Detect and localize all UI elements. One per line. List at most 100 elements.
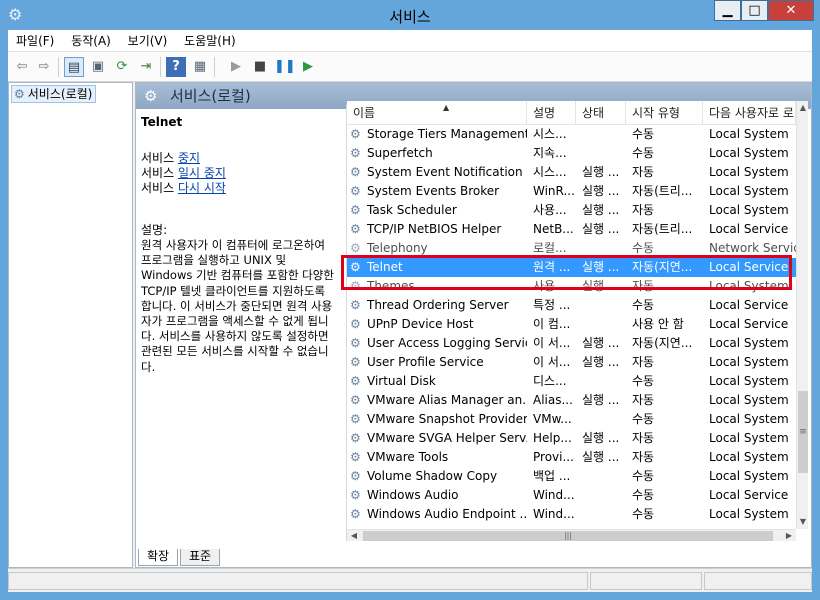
horizontal-scroll-thumb[interactable]: ||| bbox=[363, 531, 773, 541]
service-status bbox=[576, 144, 626, 163]
properties-icon[interactable]: ▣ bbox=[88, 57, 108, 77]
column-header-status[interactable]: 상태 bbox=[576, 101, 626, 125]
description-text: 원격 사용자가 이 컴퓨터에 로그온하여 프로그램을 실행하고 UNIX 및 W… bbox=[141, 238, 334, 374]
service-status: 실행 ... bbox=[582, 184, 620, 198]
title-bar[interactable]: ⚙ 서비스 ▁ □ ✕ bbox=[0, 0, 820, 30]
service-row[interactable]: ⚙ VMware Alias Manager an... Alias... 실행 ..… bbox=[347, 391, 796, 410]
service-name: VMware Tools bbox=[367, 450, 449, 464]
menu-help[interactable]: 도움말(H) bbox=[179, 30, 241, 52]
column-header-description[interactable]: 설명 bbox=[527, 101, 576, 125]
service-row[interactable]: ⚙ Storage Tiers Management 시스... 수동 Local Sy… bbox=[347, 125, 796, 144]
vertical-scrollbar[interactable]: ▲ ≡ ▼ bbox=[796, 101, 808, 529]
service-log-on-as: Local System bbox=[709, 355, 789, 369]
service-status: 실행 ... bbox=[582, 393, 620, 407]
service-log-on-as: Local System bbox=[709, 374, 789, 388]
service-row[interactable]: ⚙ VMware Tools Provi... 실행 ... 자동 Local Syste… bbox=[347, 448, 796, 467]
service-name: System Event Notification ... bbox=[367, 165, 527, 179]
service-startup-type: 수동 bbox=[632, 469, 655, 483]
show-hide-console-tree-icon[interactable]: ▤ bbox=[64, 57, 84, 77]
toolbar: ⇦ ⇨ ▤ ▣ ⟳ ⇥ ? ▦ ▶ ■ ❚❚ ▶ bbox=[8, 52, 812, 82]
service-name: Windows Audio Endpoint ... bbox=[367, 507, 527, 521]
service-row[interactable]: ⚙ Task Scheduler 사용... 실행 ... 자동 Local System bbox=[347, 201, 796, 220]
control-prefix: 서비스 bbox=[141, 151, 178, 165]
stop-link[interactable]: 중지 bbox=[178, 151, 200, 165]
stop-service-icon[interactable]: ■ bbox=[250, 57, 270, 77]
service-row[interactable]: ⚙ Superfetch 지속... 수동 Local System bbox=[347, 144, 796, 163]
tab-extended[interactable]: 확장 bbox=[138, 549, 179, 566]
service-startup-type: 수동 bbox=[632, 412, 655, 426]
menu-bar: 파일(F) 동작(A) 보기(V) 도움말(H) bbox=[8, 30, 812, 52]
service-control-restart: 서비스 다시 시작 bbox=[141, 181, 226, 196]
scroll-down-icon[interactable]: ▼ bbox=[797, 515, 809, 529]
minimize-button[interactable]: ▁ bbox=[714, 0, 741, 21]
service-row[interactable]: ⚙ UPnP Device Host 이 컴... 사용 안 함 Local Servi… bbox=[347, 315, 796, 334]
service-name: Virtual Disk bbox=[367, 374, 436, 388]
control-prefix: 서비스 bbox=[141, 181, 178, 195]
service-row[interactable]: ⚙ User Profile Service 이 서... 실행 ... 자동 Local… bbox=[347, 353, 796, 372]
pause-link[interactable]: 일시 중지 bbox=[178, 166, 226, 180]
scroll-up-icon[interactable]: ▲ bbox=[797, 101, 809, 115]
service-description: 사용... bbox=[533, 203, 567, 217]
service-startup-type: 자동 bbox=[632, 203, 655, 217]
service-name: Volume Shadow Copy bbox=[367, 469, 498, 483]
gear-icon: ⚙ bbox=[144, 87, 158, 105]
service-name: User Access Logging Service bbox=[367, 336, 527, 350]
service-row[interactable]: ⚙ User Access Logging Service 이 서... 실행 ...… bbox=[347, 334, 796, 353]
extended-description-panel: Telnet 서비스 중지 서비스 일시 중지 서비스 다시 시작 설명: 원격… bbox=[140, 111, 340, 541]
back-icon[interactable]: ⇦ bbox=[12, 57, 32, 77]
service-row[interactable]: ⚙ VMware Snapshot Provider VMw... 수동 Local S… bbox=[347, 410, 796, 429]
resume-service-icon[interactable]: ▶ bbox=[298, 57, 318, 77]
service-description: 시스... bbox=[533, 127, 567, 141]
service-name: Storage Tiers Management bbox=[367, 127, 527, 141]
scroll-left-icon[interactable]: ◀ bbox=[347, 530, 361, 542]
service-row[interactable]: ⚙ VMware SVGA Helper Serv... Help... 실행 ...… bbox=[347, 429, 796, 448]
refresh-icon[interactable]: ⟳ bbox=[112, 57, 132, 77]
service-log-on-as: Local System bbox=[709, 412, 789, 426]
column-header-log-on-as[interactable]: 다음 사용자로 로 bbox=[703, 101, 796, 125]
service-status: 실행 ... bbox=[582, 336, 620, 350]
service-startup-type: 자동 bbox=[632, 450, 655, 464]
service-name: System Events Broker bbox=[367, 184, 500, 198]
tree-item-label: 서비스(로컬) bbox=[27, 87, 93, 101]
menu-view[interactable]: 보기(V) bbox=[123, 30, 173, 52]
services-rows: ⚙ Storage Tiers Management 시스... 수동 Local Sy… bbox=[347, 125, 796, 529]
service-row[interactable]: ⚙ Thread Ordering Server 특정 ... 수동 Local Ser… bbox=[347, 296, 796, 315]
service-startup-type: 수동 bbox=[632, 146, 655, 160]
close-button[interactable]: ✕ bbox=[768, 0, 814, 21]
column-header-startup-type[interactable]: 시작 유형 bbox=[626, 101, 703, 125]
scroll-right-icon[interactable]: ▶ bbox=[782, 530, 796, 542]
service-row[interactable]: ⚙ TCP/IP NetBIOS Helper NetB... 실행 ... 자동(트리… bbox=[347, 220, 796, 239]
start-service-icon[interactable]: ▶ bbox=[226, 57, 246, 77]
restart-link[interactable]: 다시 시작 bbox=[178, 181, 226, 195]
service-row[interactable]: ⚙ Volume Shadow Copy 백업 ... 수동 Local System bbox=[347, 467, 796, 486]
gear-icon: ⚙ bbox=[14, 87, 25, 101]
service-row[interactable]: ⚙ Virtual Disk 디스... 수동 Local System bbox=[347, 372, 796, 391]
service-row[interactable]: ⚙ Windows Audio Endpoint ... Wind... 수동 Loca… bbox=[347, 505, 796, 524]
service-row[interactable]: ⚙ System Events Broker WinR... 실행 ... 자동(트리.… bbox=[347, 182, 796, 201]
service-name: UPnP Device Host bbox=[367, 317, 474, 331]
column-header-name[interactable]: 이름 ▲ bbox=[347, 101, 527, 125]
tab-standard[interactable]: 표준 bbox=[180, 549, 221, 566]
pause-service-icon[interactable]: ❚❚ bbox=[274, 57, 296, 77]
service-row[interactable]: ⚙ System Event Notification ... 시스... 실행 ..… bbox=[347, 163, 796, 182]
content-area: ⚙ 서비스(로컬) ⚙ 서비스(로컬) Telnet 서비스 중지 서비스 일시 … bbox=[8, 82, 812, 568]
column-headers: 이름 ▲ 설명 상태 시작 유형 다음 사용자로 로 bbox=[347, 101, 808, 125]
horizontal-scrollbar[interactable]: ◀ ||| ▶ bbox=[347, 529, 796, 541]
service-startup-type: 수동 bbox=[632, 127, 655, 141]
service-row[interactable]: ⚙ Windows Audio Wind... 수동 Local Service bbox=[347, 486, 796, 505]
client-area: 파일(F) 동작(A) 보기(V) 도움말(H) ⇦ ⇨ ▤ ▣ ⟳ ⇥ ? ▦… bbox=[8, 30, 812, 592]
forward-icon[interactable]: ⇨ bbox=[34, 57, 54, 77]
menu-file[interactable]: 파일(F) bbox=[11, 30, 59, 52]
service-startup-type: 자동(트리... bbox=[632, 222, 693, 236]
maximize-button[interactable]: □ bbox=[741, 0, 768, 21]
help-icon[interactable]: ? bbox=[166, 57, 186, 77]
vertical-scroll-thumb[interactable]: ≡ bbox=[798, 391, 808, 473]
menu-action[interactable]: 동작(A) bbox=[66, 30, 116, 52]
service-description: 이 컴... bbox=[533, 317, 571, 331]
tree-item-services-local[interactable]: ⚙ 서비스(로컬) bbox=[11, 85, 97, 103]
service-description: Alias... bbox=[533, 393, 573, 407]
export-list-icon[interactable]: ⇥ bbox=[136, 57, 156, 77]
show-hide-action-pane-icon[interactable]: ▦ bbox=[190, 57, 210, 77]
service-status: 실행 ... bbox=[582, 165, 620, 179]
service-name: Thread Ordering Server bbox=[367, 298, 509, 312]
